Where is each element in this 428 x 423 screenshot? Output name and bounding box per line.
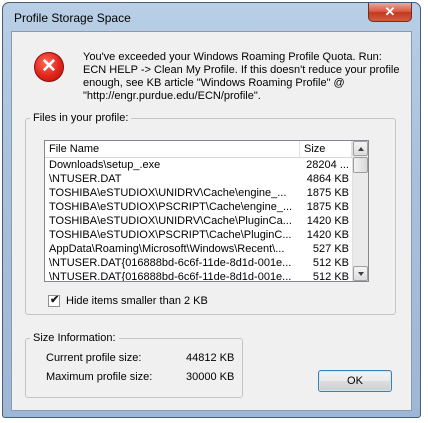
file-size-cell: 1420 KB xyxy=(306,229,349,241)
ok-button[interactable]: OK xyxy=(318,370,392,392)
column-header-size[interactable]: Size xyxy=(300,141,352,157)
dialog-body: ✕ You've exceeded your Windows Roaming P… xyxy=(11,31,412,411)
file-name-cell: AppData\Roaming\Microsoft\Windows\Recent… xyxy=(49,243,285,255)
file-size-cell: 1420 KB xyxy=(306,215,349,227)
hide-small-checkbox[interactable]: ✔ xyxy=(48,294,60,307)
column-header-file-name[interactable]: File Name xyxy=(45,141,300,157)
quota-message: You've exceeded your Windows Roaming Pro… xyxy=(83,51,400,102)
file-size-cell: 4864 KB xyxy=(306,173,349,185)
chevron-down-icon xyxy=(358,272,364,276)
table-row[interactable]: AppData\Roaming\Microsoft\Windows\Recent… xyxy=(45,242,352,256)
table-row[interactable]: TOSHIBA\eSTUDIOX\PSCRIPT\Cache\PluginC..… xyxy=(45,228,352,242)
list-header: File Name Size xyxy=(45,141,352,158)
max-size-value: 30000 KB xyxy=(186,371,235,383)
file-name-cell: TOSHIBA\eSTUDIOX\UNIDRV\Cache\PluginCa..… xyxy=(49,215,292,227)
file-size-cell: 527 KB xyxy=(312,243,349,255)
current-size-value: 44812 KB xyxy=(186,352,235,364)
scroll-up-button[interactable] xyxy=(353,141,368,156)
files-group-legend: Files in your profile: xyxy=(33,112,129,124)
file-name-cell: \NTUSER.DAT{016888bd-6c6f-11de-8d1d-001e… xyxy=(49,271,292,282)
file-name-cell: TOSHIBA\eSTUDIOX\PSCRIPT\Cache\engine_..… xyxy=(49,201,293,213)
file-size-cell: 1875 KB xyxy=(306,201,349,213)
file-size-cell: 512 KB xyxy=(312,271,349,282)
table-row[interactable]: TOSHIBA\eSTUDIOX\PSCRIPT\Cache\engine_..… xyxy=(45,200,352,214)
file-name-cell: \NTUSER.DAT xyxy=(49,173,122,185)
table-row[interactable]: \NTUSER.DAT{016888bd-6c6f-11de-8d1d-001e… xyxy=(45,256,352,270)
file-name-cell: TOSHIBA\eSTUDIOX\UNIDRV\Cache\engine_... xyxy=(49,187,287,199)
scroll-thumb[interactable] xyxy=(353,157,368,173)
vertical-scrollbar[interactable] xyxy=(352,141,368,281)
file-name-cell: \NTUSER.DAT{016888bd-6c6f-11de-8d1d-001e… xyxy=(49,257,292,269)
file-size-cell: 512 KB xyxy=(312,257,349,269)
file-size-cell: 1875 KB xyxy=(306,187,349,199)
window-title: Profile Storage Space xyxy=(14,11,131,25)
current-size-label: Current profile size: xyxy=(46,352,142,364)
table-row[interactable]: TOSHIBA\eSTUDIOX\UNIDRV\Cache\engine_...… xyxy=(45,186,352,200)
close-icon: ✕ xyxy=(384,4,396,19)
close-button[interactable]: ✕ xyxy=(368,3,412,22)
file-size-cell: 28204 ... xyxy=(306,159,349,171)
error-icon: ✕ xyxy=(34,52,64,82)
file-list[interactable]: File Name Size Downloads\setup_.exe 28204… xyxy=(44,140,369,282)
chevron-up-icon xyxy=(358,147,364,151)
hide-small-label[interactable]: Hide items smaller than 2 KB xyxy=(66,295,208,307)
size-info-group: Size Information: xyxy=(25,332,243,398)
table-row[interactable]: \NTUSER.DAT{016888bd-6c6f-11de-8d1d-001e… xyxy=(45,270,352,282)
dialog-window: Profile Storage Space ✕ ✕ You've exceede… xyxy=(2,2,421,418)
scroll-down-button[interactable] xyxy=(353,266,368,281)
file-name-cell: Downloads\setup_.exe xyxy=(49,159,161,171)
table-row[interactable]: \NTUSER.DAT 4864 KB xyxy=(45,172,352,186)
file-name-cell: TOSHIBA\eSTUDIOX\PSCRIPT\Cache\PluginC..… xyxy=(49,229,292,241)
error-icon-glyph: ✕ xyxy=(41,56,57,77)
checkmark-icon: ✔ xyxy=(50,294,60,306)
max-size-label: Maximum profile size: xyxy=(46,371,153,383)
size-info-legend: Size Information: xyxy=(33,332,116,344)
table-row[interactable]: TOSHIBA\eSTUDIOX\UNIDRV\Cache\PluginCa..… xyxy=(45,214,352,228)
title-bar[interactable]: Profile Storage Space ✕ xyxy=(3,3,420,31)
table-row[interactable]: Downloads\setup_.exe 28204 ... xyxy=(45,158,352,172)
